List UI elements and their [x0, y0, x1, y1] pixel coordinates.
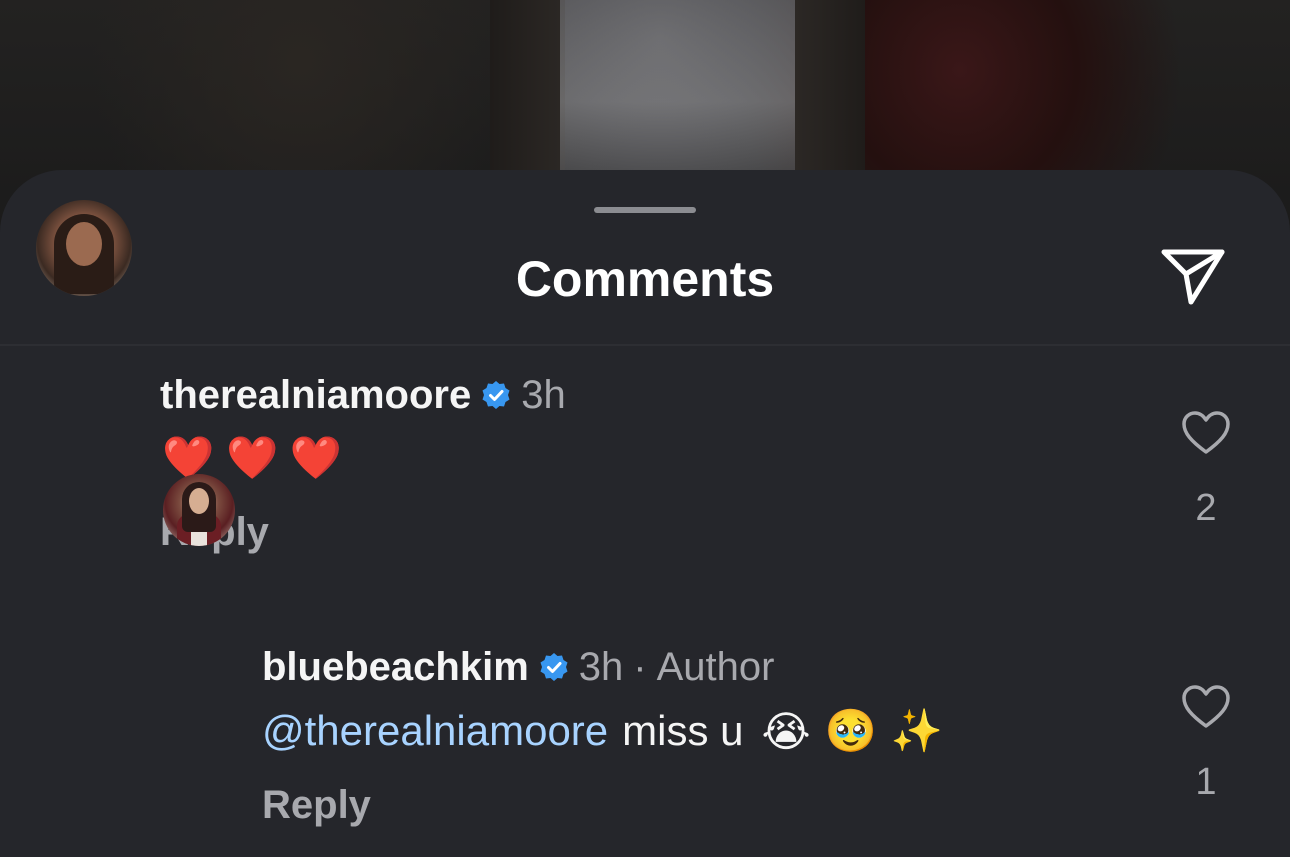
- sparkles-emoji: ✨: [890, 706, 944, 754]
- username[interactable]: bluebeachkim: [262, 645, 529, 690]
- username[interactable]: therealniamoore: [160, 373, 471, 418]
- sheet-grabber-handle[interactable]: [594, 207, 696, 213]
- sheet-title: Comments: [515, 251, 775, 307]
- like-button[interactable]: 2: [1176, 410, 1236, 530]
- comment-meta: therealniamoore 3h: [160, 372, 566, 418]
- heart-icon[interactable]: [1181, 410, 1231, 461]
- avatar-face: [189, 488, 209, 514]
- loudly-crying-emoji: 😭: [761, 707, 811, 755]
- header-divider: [0, 344, 1290, 346]
- screen: Comments therealniamoore 3h ❤️ ❤️ ❤️ 2 b…: [0, 0, 1290, 857]
- avatar-face: [66, 222, 102, 266]
- comment-timestamp: 3h: [578, 644, 624, 689]
- avatar[interactable]: [36, 200, 132, 296]
- paper-plane-icon: [1160, 244, 1226, 311]
- mention-link[interactable]: @therealniamoore: [262, 707, 608, 755]
- comment-meta: bluebeachkim 3h · Author: [262, 644, 774, 690]
- like-count: 1: [1195, 761, 1217, 803]
- share-button[interactable]: [1157, 244, 1229, 310]
- comment-text: @therealniamoore miss u 😭 🥹 ✨: [262, 702, 957, 760]
- author-label: Author: [656, 644, 775, 689]
- verified-badge-icon: [481, 380, 511, 410]
- heart-icon[interactable]: [1181, 684, 1231, 735]
- photo-detail-jacket-left: [490, 0, 565, 170]
- reply-button[interactable]: Reply: [262, 783, 371, 828]
- like-count: 2: [1195, 487, 1217, 529]
- comment-timestamp: 3h: [521, 372, 566, 417]
- avatar[interactable]: [163, 474, 235, 546]
- like-button[interactable]: 1: [1176, 684, 1236, 804]
- photo-detail-jacket-right: [795, 0, 865, 170]
- verified-badge-icon: [539, 652, 569, 682]
- meta-separator: ·: [633, 644, 647, 689]
- comment-body: miss u: [622, 707, 744, 754]
- pleading-face-emoji: 🥹: [824, 706, 877, 754]
- photo-detail-shirt: [560, 0, 800, 170]
